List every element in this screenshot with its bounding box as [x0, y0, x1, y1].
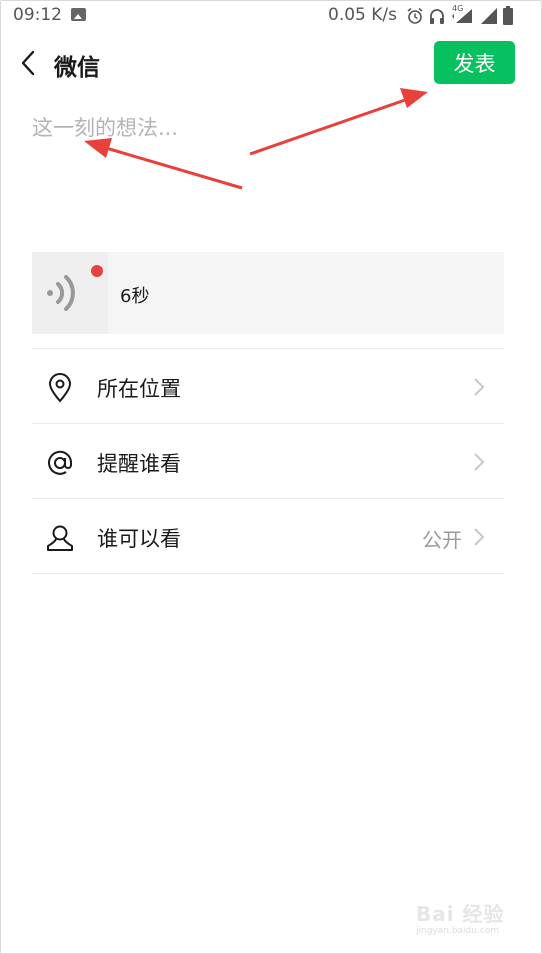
- status-time: 09:12: [13, 5, 62, 25]
- thought-input[interactable]: [32, 112, 504, 232]
- unread-dot: [91, 265, 103, 277]
- signal-icon: [481, 8, 497, 24]
- watermark-url: jingyan.baidu.com: [416, 926, 500, 936]
- option-location-label: 所在位置: [97, 377, 181, 401]
- baidu-watermark: Bai 经验 jingyan.baidu.com: [416, 890, 516, 940]
- option-visibility-label: 谁可以看: [97, 527, 181, 551]
- back-button[interactable]: [10, 44, 46, 82]
- status-icons: 4G: [406, 4, 514, 26]
- image-icon: [71, 8, 86, 21]
- chevron-right-icon: [474, 528, 485, 546]
- person-icon: [44, 523, 76, 553]
- status-bar: 09:12 0.05 K/s 4G: [0, 0, 542, 32]
- at-icon: [44, 448, 76, 478]
- header: 微信 发表: [0, 34, 542, 94]
- option-visibility-value: 公开: [422, 528, 462, 552]
- option-mention-label: 提醒谁看: [97, 452, 181, 476]
- chevron-left-icon: [21, 50, 35, 76]
- page-title: 微信: [54, 55, 100, 81]
- voice-attachment[interactable]: 6秒: [32, 252, 504, 334]
- option-location[interactable]: 所在位置: [32, 349, 504, 424]
- network-speed: 0.05 K/s: [328, 5, 397, 25]
- headphones-icon: [430, 9, 444, 24]
- chevron-right-icon: [474, 378, 485, 396]
- signal-4g-icon: 4G: [450, 4, 476, 25]
- option-mention[interactable]: 提醒谁看: [32, 424, 504, 499]
- alarm-icon: [407, 7, 423, 24]
- voice-wave-icon: [47, 275, 75, 311]
- battery-icon: [503, 6, 513, 25]
- chevron-right-icon: [474, 453, 485, 471]
- option-visibility[interactable]: 谁可以看 公开: [32, 499, 504, 574]
- options-list: 所在位置 提醒谁看 谁可以看 公开: [32, 348, 504, 574]
- voice-duration: 6秒: [120, 286, 150, 307]
- watermark-text: Bai 经验: [416, 902, 505, 926]
- post-button[interactable]: 发表: [434, 41, 515, 84]
- location-pin-icon: [44, 373, 76, 403]
